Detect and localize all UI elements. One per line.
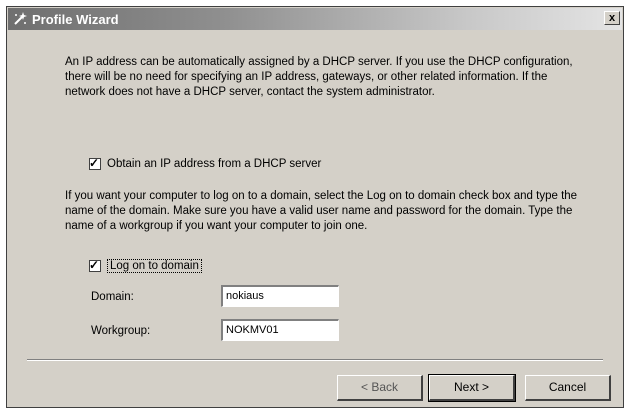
button-separator (27, 359, 603, 361)
window-title: Profile Wizard (32, 12, 119, 27)
workgroup-input[interactable]: NOKMV01 (221, 319, 339, 341)
back-button[interactable]: < Back (337, 375, 423, 401)
dhcp-checkbox[interactable]: ✓ (89, 156, 101, 170)
logon-checkbox-row[interactable]: ✓ Log on to domain (89, 258, 202, 273)
dhcp-checkbox-label[interactable]: Obtain an IP address from a DHCP server (107, 158, 321, 170)
domain-label: Domain: (91, 291, 134, 303)
checkmark-icon: ✓ (89, 258, 100, 272)
workgroup-label: Workgroup: (91, 325, 151, 337)
domain-input[interactable]: nokiaus (221, 285, 339, 307)
dhcp-description: An IP address can be automatically assig… (65, 56, 573, 98)
profile-wizard-dialog: Profile Wizard x An IP address can be au… (6, 6, 624, 408)
cancel-button[interactable]: Cancel (525, 375, 611, 401)
next-button[interactable]: Next > (428, 374, 516, 402)
logon-checkbox[interactable]: ✓ (89, 258, 101, 272)
logon-checkbox-label[interactable]: Log on to domain (107, 259, 202, 273)
title-bar[interactable]: Profile Wizard x (8, 8, 622, 30)
checkmark-icon: ✓ (89, 156, 100, 170)
wizard-icon (14, 12, 27, 25)
close-icon[interactable]: x (604, 11, 620, 25)
dhcp-checkbox-row[interactable]: ✓ Obtain an IP address from a DHCP serve… (89, 156, 321, 170)
domain-description: If you want your computer to log on to a… (65, 190, 578, 232)
